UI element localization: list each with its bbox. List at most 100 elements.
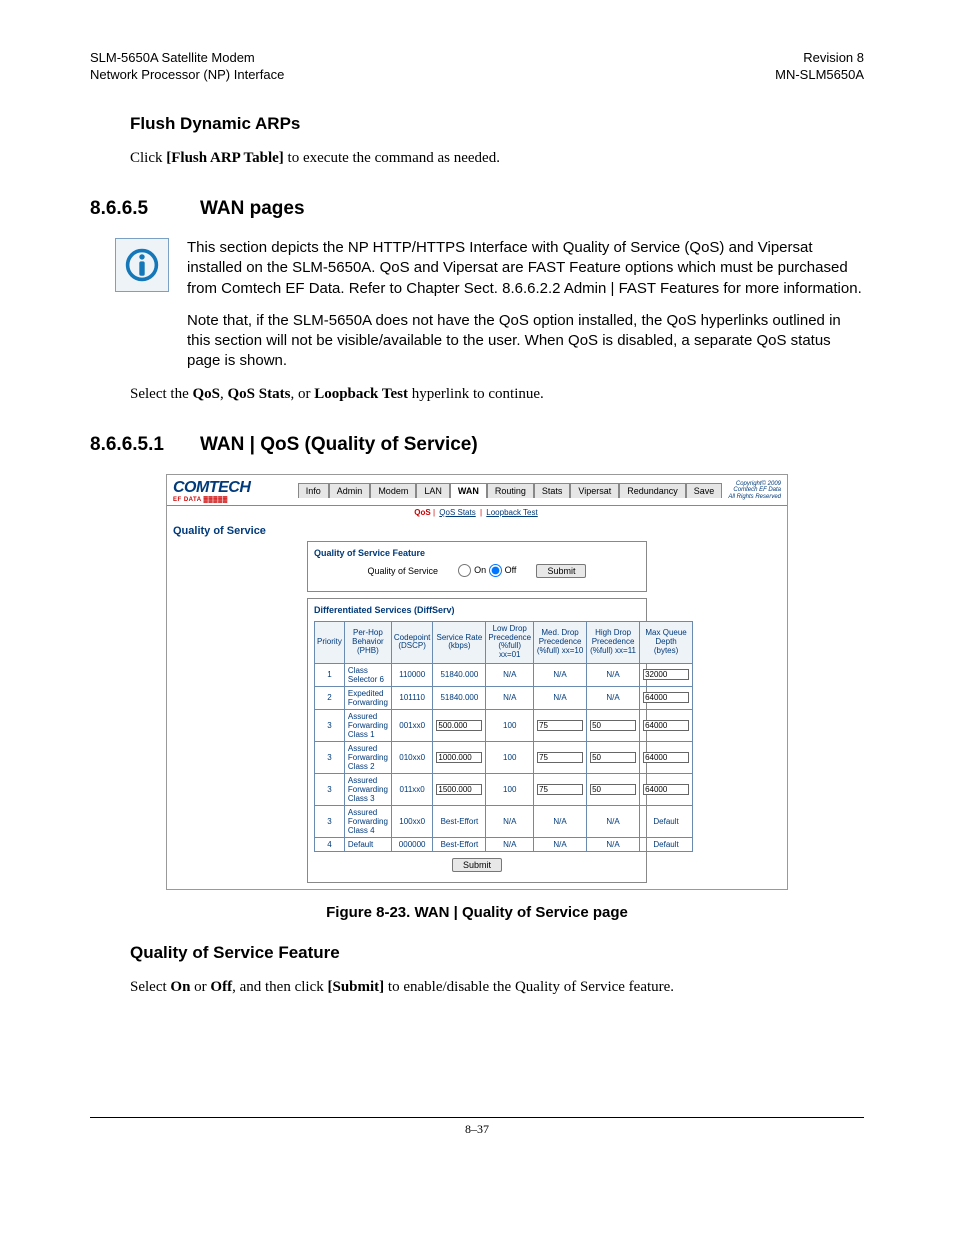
cell-rate[interactable] (433, 773, 486, 805)
doc-subtitle: Network Processor (NP) Interface (90, 67, 284, 84)
cell-priority: 1 (315, 663, 345, 686)
cell-depth-input[interactable] (643, 784, 689, 795)
cell-dscp: 000000 (391, 837, 432, 851)
cell-high: N/A (587, 805, 640, 837)
cell-rate: 51840.000 (433, 663, 486, 686)
cell-high-input[interactable] (590, 784, 636, 795)
tab-redundancy[interactable]: Redundancy (619, 483, 686, 498)
cell-depth[interactable] (640, 709, 693, 741)
info-icon (115, 238, 169, 292)
table-row: 2Expedited Forwarding10111051840.000N/AN… (315, 686, 693, 709)
feature-heading: Quality of Service Feature (314, 548, 640, 558)
cell-med-input[interactable] (537, 784, 583, 795)
cell-depth[interactable] (640, 686, 693, 709)
section-title: WAN pages (200, 198, 305, 220)
tab-modem[interactable]: Modem (370, 483, 416, 498)
cell-phb: Assured Forwarding Class 2 (344, 741, 391, 773)
cell-high: N/A (587, 686, 640, 709)
cell-dscp: 100xx0 (391, 805, 432, 837)
cell-phb: Expedited Forwarding (344, 686, 391, 709)
tab-routing[interactable]: Routing (487, 483, 534, 498)
page-number: 8–37 (90, 1122, 864, 1137)
cell-dscp: 001xx0 (391, 709, 432, 741)
cell-high[interactable] (587, 741, 640, 773)
cell-high-input[interactable] (590, 752, 636, 763)
cell-depth[interactable] (640, 663, 693, 686)
copyright: Copyright© 2009 Comtech EF Data All Righ… (728, 481, 781, 501)
cell-med-input[interactable] (537, 720, 583, 731)
cell-low: N/A (486, 837, 534, 851)
diffserv-submit-button[interactable]: Submit (452, 858, 502, 872)
table-row: 1Class Selector 611000051840.000N/AN/AN/… (315, 663, 693, 686)
cell-priority: 3 (315, 773, 345, 805)
cell-rate: 51840.000 (433, 686, 486, 709)
diffserv-table: PriorityPer-Hop Behavior (PHB)Codepoint … (314, 621, 693, 852)
brand-sub: EF DATA ▓▓▓▓▓ (173, 497, 250, 503)
cell-med: N/A (534, 663, 587, 686)
tab-vipersat[interactable]: Vipersat (570, 483, 619, 498)
running-header: SLM-5650A Satellite Modem Network Proces… (90, 50, 864, 84)
cell-rate[interactable] (433, 741, 486, 773)
cell-priority: 3 (315, 741, 345, 773)
col-header: Low Drop Precedence (%full) xx=01 (486, 621, 534, 663)
col-header: Service Rate (kbps) (433, 621, 486, 663)
cell-rate[interactable] (433, 709, 486, 741)
cell-depth-input[interactable] (643, 692, 689, 703)
cell-rate-input[interactable] (436, 752, 482, 763)
cell-depth-input[interactable] (643, 752, 689, 763)
cell-priority: 3 (315, 805, 345, 837)
tab-info[interactable]: Info (298, 483, 329, 498)
cell-med: N/A (534, 837, 587, 851)
cell-low: N/A (486, 663, 534, 686)
paragraph-flush: Click [Flush ARP Table] to execute the c… (130, 148, 864, 168)
radio-on[interactable]: On (458, 564, 486, 577)
cell-high-input[interactable] (590, 720, 636, 731)
cell-depth: Default (640, 837, 693, 851)
paragraph-select-link: Select the QoS, QoS Stats, or Loopback T… (130, 384, 864, 404)
cell-depth[interactable] (640, 773, 693, 805)
brand-logo: COMTECH (173, 479, 250, 496)
cell-high: N/A (587, 837, 640, 851)
cell-dscp: 011xx0 (391, 773, 432, 805)
cell-high[interactable] (587, 773, 640, 805)
cell-low: 100 (486, 773, 534, 805)
table-row: 4Default000000Best-EffortN/AN/AN/ADefaul… (315, 837, 693, 851)
cell-priority: 2 (315, 686, 345, 709)
cell-med[interactable] (534, 709, 587, 741)
doc-title: SLM-5650A Satellite Modem (90, 50, 284, 67)
cell-phb: Assured Forwarding Class 3 (344, 773, 391, 805)
section-number: 8.6.6.5.1 (90, 434, 200, 456)
cell-med[interactable] (534, 773, 587, 805)
figure-caption: Figure 8-23. WAN | Quality of Service pa… (90, 904, 864, 921)
cell-med[interactable] (534, 741, 587, 773)
radio-off[interactable]: Off (489, 564, 517, 577)
revision: Revision 8 (775, 50, 864, 67)
cell-rate-input[interactable] (436, 784, 482, 795)
cell-low: 100 (486, 741, 534, 773)
cell-depth-input[interactable] (643, 669, 689, 680)
cell-rate-input[interactable] (436, 720, 482, 731)
feature-submit-button[interactable]: Submit (536, 564, 586, 578)
subnav-qos-stats[interactable]: QoS Stats (439, 508, 475, 517)
cell-med-input[interactable] (537, 752, 583, 763)
subnav-loopback[interactable]: Loopback Test (486, 508, 537, 517)
tab-save[interactable]: Save (686, 483, 723, 498)
cell-dscp: 010xx0 (391, 741, 432, 773)
section-title: WAN | QoS (Quality of Service) (200, 434, 478, 456)
tab-wan[interactable]: WAN (450, 483, 487, 498)
tab-admin[interactable]: Admin (329, 483, 371, 498)
cell-depth[interactable] (640, 741, 693, 773)
paragraph-qos-feature: Select On or Off, and then click [Submit… (130, 977, 864, 997)
cell-phb: Default (344, 837, 391, 851)
panel-title-qos: Quality of Service (167, 521, 787, 541)
tab-lan[interactable]: LAN (416, 483, 450, 498)
cell-depth-input[interactable] (643, 720, 689, 731)
cell-high[interactable] (587, 709, 640, 741)
heading-flush-arps: Flush Dynamic ARPs (130, 114, 864, 134)
cell-rate: Best-Effort (433, 837, 486, 851)
cell-rate: Best-Effort (433, 805, 486, 837)
col-header: Med. Drop Precedence (%full) xx=10 (534, 621, 587, 663)
subnav-qos[interactable]: QoS (414, 508, 430, 517)
cell-priority: 4 (315, 837, 345, 851)
tab-stats[interactable]: Stats (534, 483, 571, 498)
